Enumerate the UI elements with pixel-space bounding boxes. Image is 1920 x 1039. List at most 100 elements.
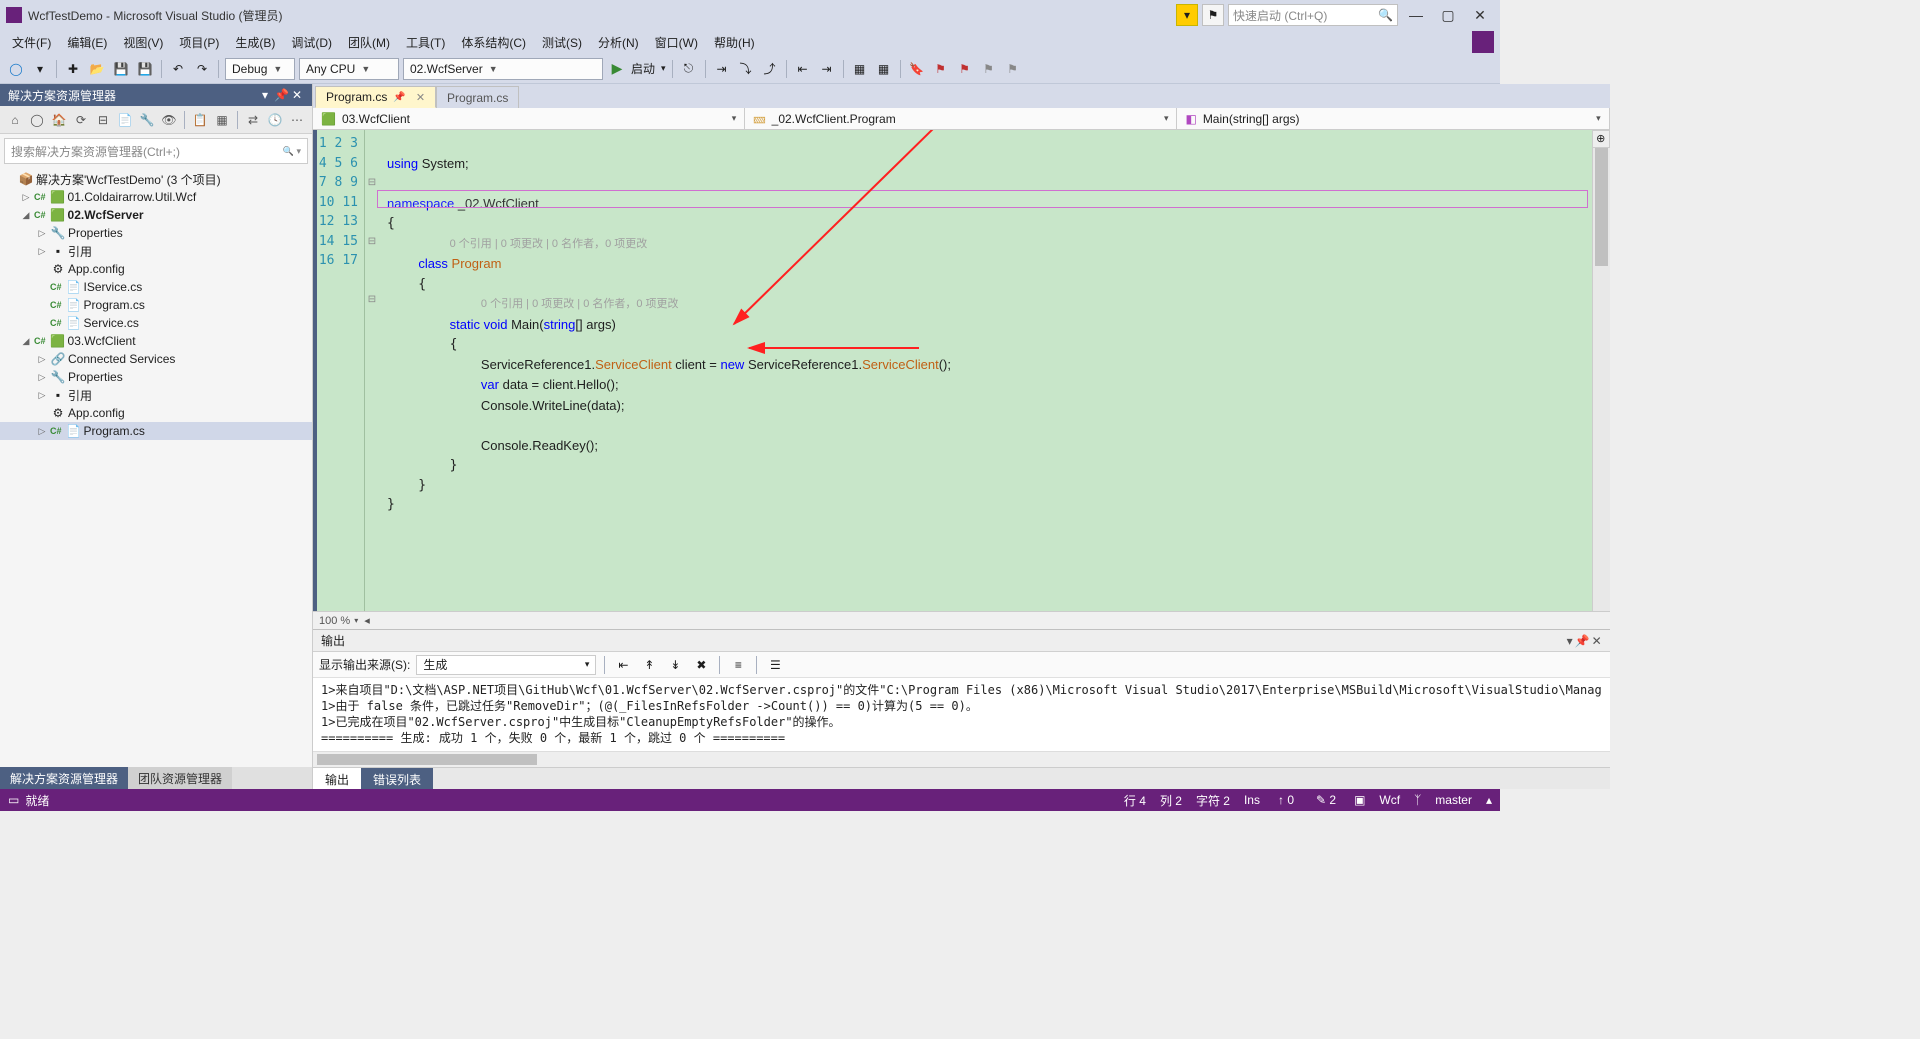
list-icon[interactable]: ☰ [765,655,785,675]
menu-item[interactable]: 生成(B) [229,32,281,53]
menu-item[interactable]: 视图(V) [117,32,169,53]
tab-solution-explorer[interactable]: 解决方案资源管理器 [0,767,128,789]
code-content[interactable]: using System; namespace _02.WcfClient { … [379,130,1592,611]
vertical-scrollbar[interactable] [1592,130,1610,611]
tree-item[interactable]: C#📄IService.cs [0,278,312,296]
horizontal-scrollbar[interactable] [313,751,1610,767]
code-editor[interactable]: 1 2 3 4 5 6 7 8 9 10 11 12 13 14 15 16 1… [313,130,1610,611]
minimize-button[interactable]: — [1402,4,1430,26]
menu-item[interactable]: 工具(T) [400,32,451,53]
more-icon[interactable]: ⋯ [288,111,306,129]
tree-item[interactable]: ◢C#🟩02.WcfServer [0,206,312,224]
output-text[interactable]: 1>来自项目"D:\文档\ASP.NET项目\GitHub\Wcf\01.Wcf… [313,678,1610,751]
forward-button[interactable]: ▾ [30,59,50,79]
step-out-icon[interactable]: ⤴ [760,59,780,79]
split-button[interactable]: ⊕ [1592,130,1610,148]
tree-item[interactable]: ▷🔧Properties [0,368,312,386]
next-icon[interactable]: ↡ [665,655,685,675]
back-button[interactable]: ◯ [6,59,26,79]
status-changes[interactable]: ✎ 2 [1312,793,1340,807]
tab-error-list[interactable]: 错误列表 [361,768,433,789]
wrap-icon[interactable]: ≡ [728,655,748,675]
open-button[interactable]: 📂 [87,59,107,79]
codelens-hint[interactable]: 0 个引用 | 0 项更改 | 0 名作者，0 项更改 [481,298,679,310]
outdent-icon[interactable]: ⇥ [817,59,837,79]
preview-icon[interactable]: 👁 [160,111,178,129]
flag-gray-icon[interactable]: ⚑ [1003,59,1023,79]
platform-dropdown[interactable]: Any CPU▼ [299,58,399,80]
notifications-button[interactable]: ▾ [1176,4,1198,26]
menu-item[interactable]: 帮助(H) [708,32,761,53]
status-repo[interactable]: Wcf [1379,793,1400,807]
status-publish[interactable]: ↑ 0 [1274,793,1298,807]
editor-tab[interactable]: Program.cs [436,86,519,108]
save-all-button[interactable]: 💾 [135,59,155,79]
home-icon[interactable]: ⌂ [6,111,24,129]
save-button[interactable]: 💾 [111,59,131,79]
panel-menu-icon[interactable]: ▾ [258,88,272,102]
indent-icon[interactable]: ⇤ [793,59,813,79]
codelens-hint[interactable]: 0 个引用 | 0 项更改 | 0 名作者，0 项更改 [450,238,648,250]
show-all-icon[interactable]: 📄 [116,111,134,129]
tree-item[interactable]: ▷C#📄Program.cs [0,422,312,440]
status-arrow-icon[interactable]: ▴ [1486,793,1492,807]
diff-icon[interactable]: ⇄ [244,111,262,129]
status-branch[interactable]: master [1435,793,1472,807]
new-button[interactable]: ✚ [63,59,83,79]
menu-item[interactable]: 编辑(E) [61,32,113,53]
start-label[interactable]: 启动 [631,60,655,77]
step-into-icon[interactable]: ⇥ [712,59,732,79]
quick-launch-input[interactable]: 快速启动 (Ctrl+Q) 🔍 [1228,4,1398,26]
solution-search-input[interactable]: 搜索解决方案资源管理器(Ctrl+;) 🔍 ▾ [4,138,308,164]
refresh-icon[interactable]: ⟳ [72,111,90,129]
nav-project-dropdown[interactable]: 🟩03.WcfClient▾ [313,108,745,129]
redo-button[interactable]: ↷ [192,59,212,79]
view-icon[interactable]: ▦ [213,111,231,129]
close-button[interactable]: ✕ [1466,4,1494,26]
tree-item[interactable]: ▷🔧Properties [0,224,312,242]
tree-item[interactable]: ▷🔗Connected Services [0,350,312,368]
tree-item[interactable]: ▷▪引用 [0,242,312,260]
menu-item[interactable]: 调试(D) [285,32,338,53]
menu-item[interactable]: 分析(N) [592,32,645,53]
copy-icon[interactable]: 📋 [191,111,209,129]
panel-menu-icon[interactable]: ▾ [1567,634,1573,648]
tree-item[interactable]: C#📄Program.cs [0,296,312,314]
prev-icon[interactable]: ↟ [639,655,659,675]
back-icon[interactable]: ◯ [28,111,46,129]
menu-item[interactable]: 体系结构(C) [455,32,532,53]
tree-item[interactable]: ▷▪引用 [0,386,312,404]
close-icon[interactable]: ✕ [1592,634,1602,648]
flag-red-icon[interactable]: ⚑ [931,59,951,79]
close-icon[interactable]: ✕ [416,91,425,104]
tree-item[interactable]: ▷C#🟩01.Coldairarrow.Util.Wcf [0,188,312,206]
config-dropdown[interactable]: Debug▼ [225,58,295,80]
properties-icon[interactable]: 🔧 [138,111,156,129]
goto-icon[interactable]: ⇤ [613,655,633,675]
start-button[interactable]: ▶ [607,59,627,79]
startup-dropdown[interactable]: 02.WcfServer▼ [403,58,603,80]
collapse-icon[interactable]: ⊟ [94,111,112,129]
zoom-control[interactable]: 100 %▾◂ [313,611,1610,629]
menu-item[interactable]: 项目(P) [173,32,225,53]
uncomment-icon[interactable]: ▦ [874,59,894,79]
pin-icon[interactable]: 📌 [1575,634,1590,648]
menu-item[interactable]: 文件(F) [6,32,57,53]
tree-item[interactable]: ◢C#🟩03.WcfClient [0,332,312,350]
editor-tab-active[interactable]: Program.cs 📌 ✕ [315,86,436,108]
tree-item[interactable]: ⚙App.config [0,260,312,278]
tree-item[interactable]: ⚙App.config [0,404,312,422]
feedback-button[interactable]: ⚑ [1202,4,1224,26]
step-over-icon[interactable]: ⤵ [736,59,756,79]
toolbar-icon[interactable]: ⎋ [679,59,699,79]
nav-method-dropdown[interactable]: ◧Main(string[] args)▾ [1177,108,1609,129]
sync-icon[interactable]: 🏠 [50,111,68,129]
flag-gray-icon[interactable]: ⚑ [979,59,999,79]
clear-icon[interactable]: ✖ [691,655,711,675]
bookmark-icon[interactable]: 🔖 [907,59,927,79]
tab-team-explorer[interactable]: 团队资源管理器 [128,767,232,789]
menu-item[interactable]: 窗口(W) [649,32,704,53]
menu-item[interactable]: 测试(S) [536,32,588,53]
close-icon[interactable]: ✕ [290,88,304,102]
flag-red-icon[interactable]: ⚑ [955,59,975,79]
